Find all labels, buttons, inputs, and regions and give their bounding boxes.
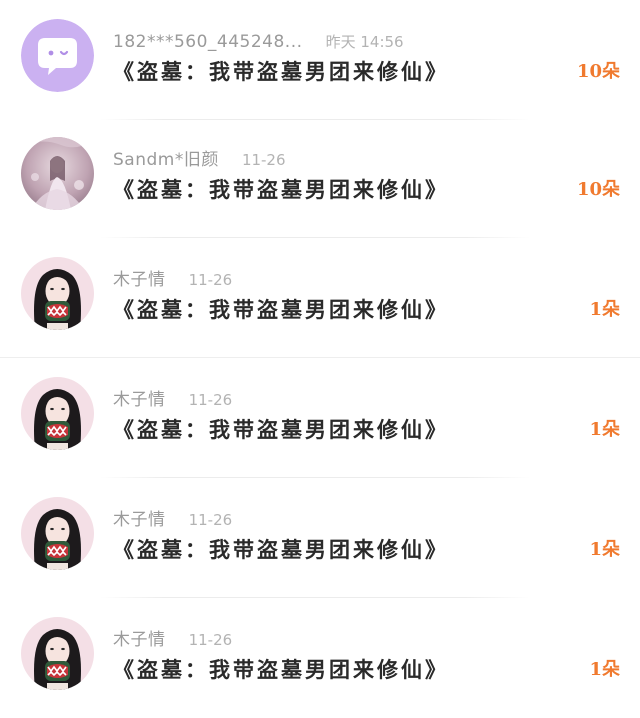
timestamp: 昨天 14:56 [325,33,404,51]
book-title[interactable]: 《盗墓：我带盗墓男团来修仙》 [113,414,449,446]
avatar[interactable] [21,257,94,330]
timestamp: 11-26 [188,511,233,529]
book-title[interactable]: 《盗墓：我带盗墓男团来修仙》 [113,534,449,566]
book-title[interactable]: 《盗墓：我带盗墓男团来修仙》 [113,56,449,88]
avatar[interactable] [21,377,94,450]
flower-count: 1朵 [589,419,620,440]
photo-icon [21,497,94,570]
avatar[interactable] [21,497,94,570]
photo-icon [21,617,94,690]
timestamp: 11-26 [241,151,286,169]
user-name: 木子情 [113,510,166,530]
list-item[interactable]: Sandm*旧颜 11-26 《盗墓：我带盗墓男团来修仙》 10朵 [0,118,640,238]
user-name: 182***560_445248... [113,32,303,52]
user-name: Sandm*旧颜 [113,150,219,170]
flower-count: 1朵 [589,299,620,320]
timestamp: 11-26 [188,271,233,289]
photo-icon [21,257,94,330]
timestamp: 11-26 [188,391,233,409]
timestamp: 11-26 [188,631,233,649]
chat-bubble-icon [21,19,94,92]
list-item[interactable]: 木子情 11-26 《盗墓：我带盗墓男团来修仙》 1朵 [0,478,640,598]
avatar[interactable] [21,19,94,92]
flower-count: 1朵 [589,659,620,680]
avatar[interactable] [21,137,94,210]
list-item[interactable]: 木子情 11-26 《盗墓：我带盗墓男团来修仙》 1朵 [0,358,640,478]
book-title[interactable]: 《盗墓：我带盗墓男团来修仙》 [113,654,449,686]
list-item[interactable]: 木子情 11-26 《盗墓：我带盗墓男团来修仙》 1朵 [0,598,640,718]
user-name: 木子情 [113,390,166,410]
user-name: 木子情 [113,270,166,290]
gift-list: 182***560_445248... 昨天 14:56 《盗墓：我带盗墓男团来… [0,0,640,702]
avatar[interactable] [21,617,94,690]
book-title[interactable]: 《盗墓：我带盗墓男团来修仙》 [113,294,449,326]
photo-icon [21,377,94,450]
photo-icon [21,137,94,210]
book-title[interactable]: 《盗墓：我带盗墓男团来修仙》 [113,174,449,206]
flower-count: 10朵 [576,179,620,200]
list-item[interactable]: 木子情 11-26 《盗墓：我带盗墓男团来修仙》 1朵 [0,238,640,358]
list-item[interactable]: 182***560_445248... 昨天 14:56 《盗墓：我带盗墓男团来… [0,0,640,120]
user-name: 木子情 [113,630,166,650]
flower-count: 1朵 [589,539,620,560]
flower-count: 10朵 [576,61,620,82]
